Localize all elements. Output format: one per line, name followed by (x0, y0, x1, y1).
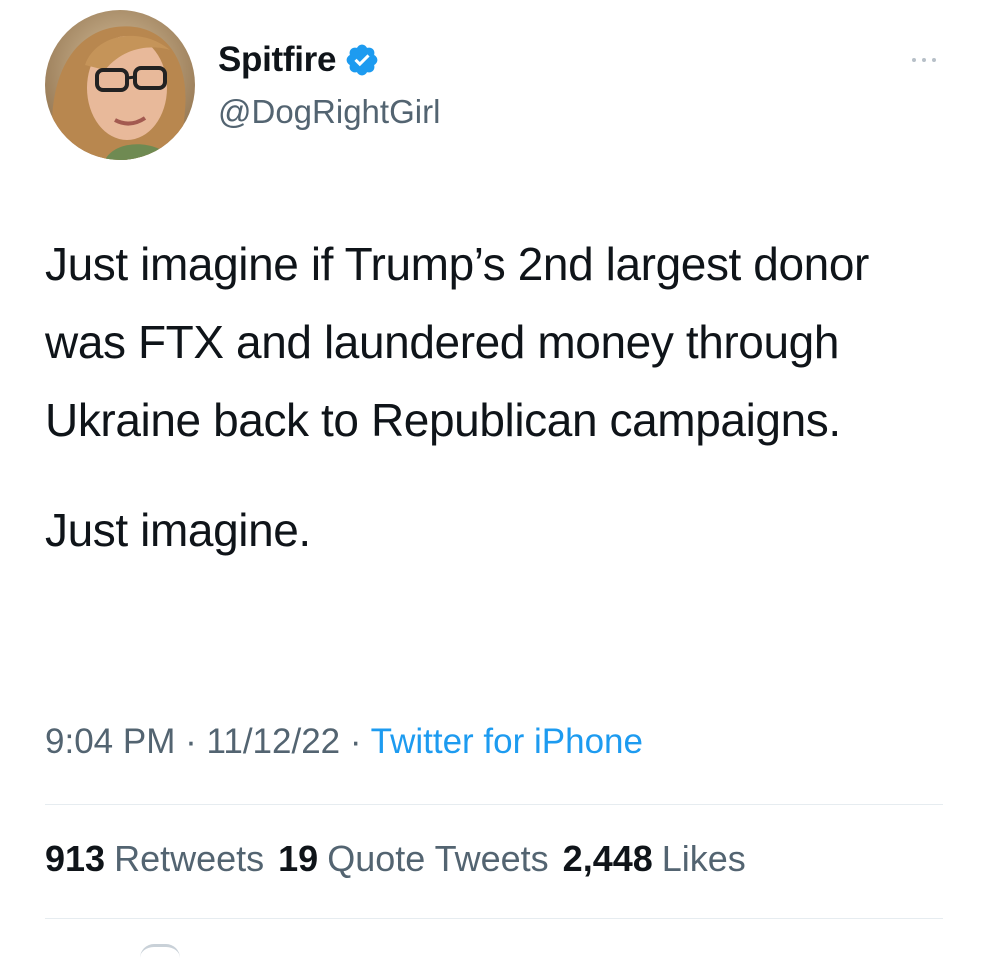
retweets-count: 913 (45, 838, 106, 879)
meta-separator: · (349, 722, 362, 761)
display-name[interactable]: Spitfire (218, 40, 336, 80)
tweet-paragraph: Just imagine if Trump’s 2nd largest dono… (45, 238, 869, 446)
user-handle[interactable]: @DogRightGirl (218, 93, 440, 131)
tweet-text: Just imagine if Trump’s 2nd largest dono… (45, 225, 945, 569)
tweet-metadata: 9:04 PM · 11/12/22 · Twitter for iPhone (45, 722, 643, 762)
quote-tweets-label: Quote Tweets (327, 838, 549, 879)
retweets-stat[interactable]: 913 Retweets (45, 838, 264, 879)
divider (45, 918, 943, 919)
tweet-paragraph: Just imagine. (45, 504, 311, 556)
likes-stat[interactable]: 2,448 Likes (563, 838, 746, 879)
display-name-row[interactable]: Spitfire (218, 38, 380, 82)
reply-icon[interactable] (140, 944, 180, 958)
likes-label: Likes (661, 838, 746, 879)
verified-badge-icon (346, 44, 378, 76)
quote-tweets-stat[interactable]: 19 Quote Tweets (278, 838, 549, 879)
divider (45, 804, 943, 805)
quote-tweets-count: 19 (278, 838, 319, 879)
tweet-time[interactable]: 9:04 PM (45, 722, 175, 761)
likes-count: 2,448 (562, 838, 653, 879)
more-options-icon[interactable] (902, 50, 946, 70)
tweet-stats: 913 Retweets 19 Quote Tweets 2,448 Likes (45, 838, 746, 880)
avatar[interactable] (45, 10, 195, 160)
profile-photo-icon (45, 10, 195, 160)
retweets-label: Retweets (114, 838, 265, 879)
tweet-detail: Spitfire @DogRightGirl Just imagine if T… (0, 0, 990, 955)
meta-separator: · (185, 722, 197, 761)
tweet-source-link[interactable]: Twitter for iPhone (371, 722, 643, 761)
tweet-date[interactable]: 11/12/22 (206, 722, 340, 761)
